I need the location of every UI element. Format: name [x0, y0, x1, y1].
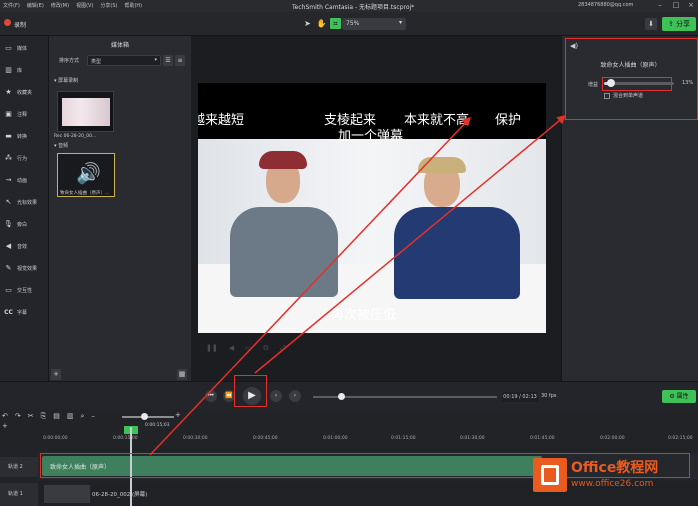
- watermark-name: Office教程网: [571, 460, 659, 476]
- annotation-arrow: [254, 115, 567, 374]
- watermark: Office教程网 www.office26.com: [533, 455, 695, 499]
- annotation-arrow: [149, 116, 472, 456]
- annotation-arrows: [149, 115, 567, 456]
- office-logo-icon: [533, 458, 567, 492]
- watermark-url: www.office26.com: [571, 479, 654, 489]
